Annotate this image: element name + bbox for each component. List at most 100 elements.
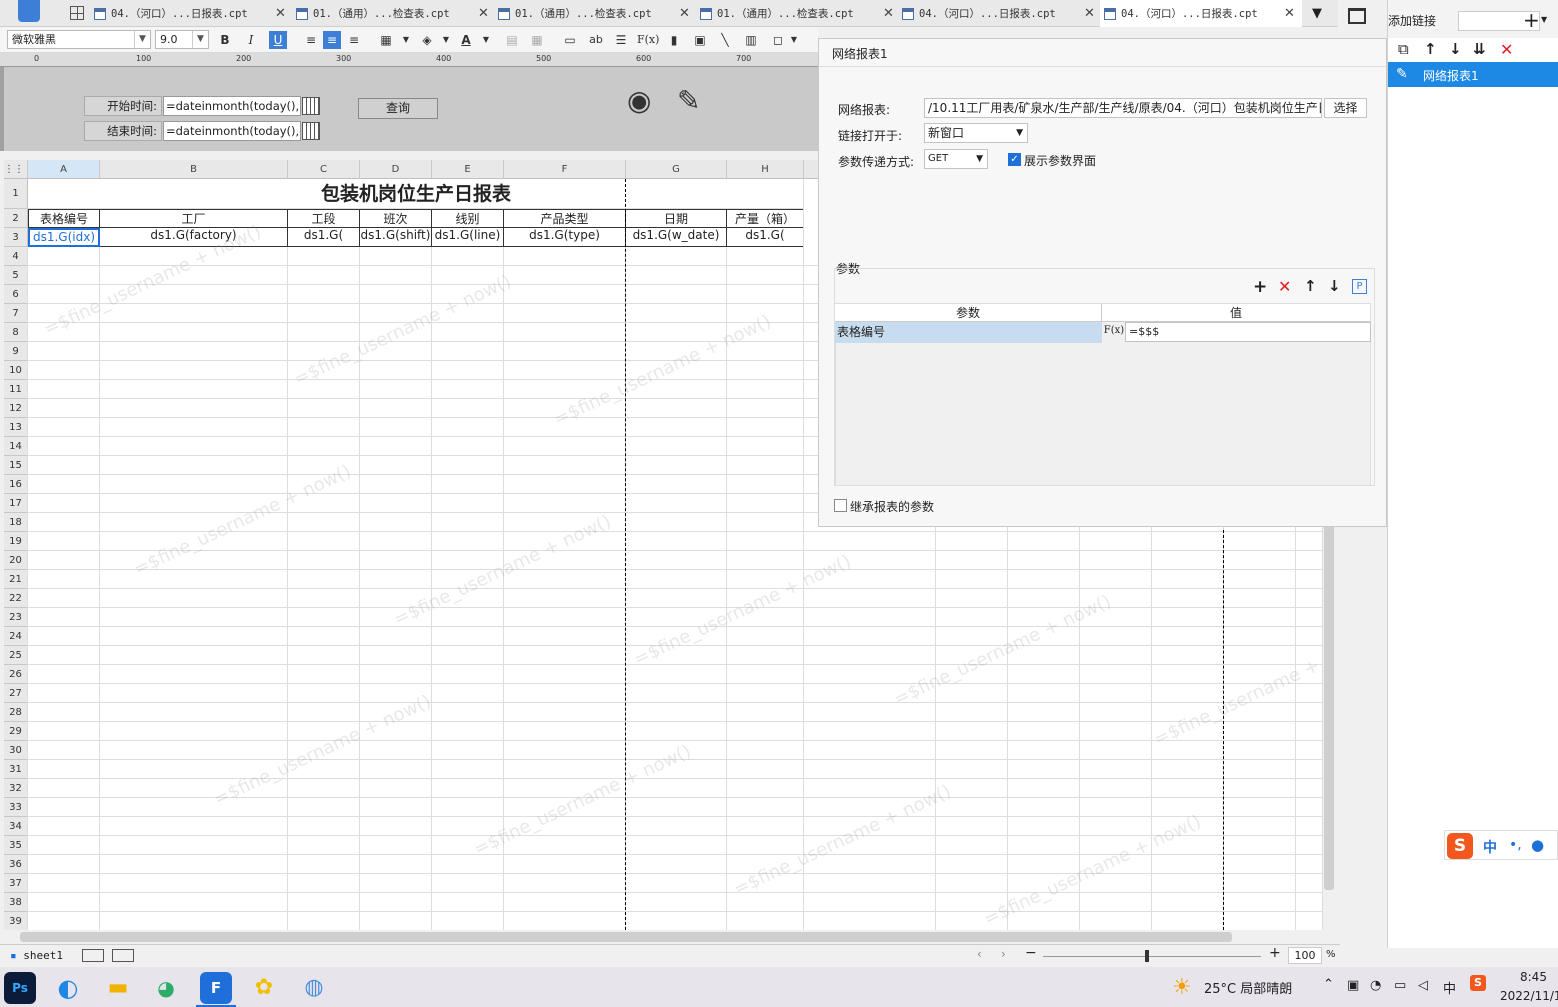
header-cell[interactable]: 产品类型 <box>504 209 626 228</box>
row-header[interactable]: 31 <box>4 760 28 779</box>
add-poly-sheet-icon[interactable] <box>112 949 134 962</box>
text-button[interactable]: ab <box>587 31 605 49</box>
column-header-f[interactable]: F <box>504 160 626 179</box>
column-header-b[interactable]: B <box>100 160 288 179</box>
chevron-down-icon[interactable]: ▼ <box>785 31 803 49</box>
formula-button[interactable]: F(x) <box>637 31 659 49</box>
underline-button[interactable]: U <box>269 31 287 49</box>
report-path-input[interactable]: /10.11工厂用表/矿泉水/生产部/生产线/原表/04.（河口）包装机岗位生产… <box>924 98 1322 118</box>
row-header[interactable]: 35 <box>4 836 28 855</box>
align-left-icon[interactable]: ≡ <box>302 31 320 49</box>
row-header[interactable]: 20 <box>4 551 28 570</box>
calendar-icon[interactable] <box>302 122 320 140</box>
row-header[interactable]: 16 <box>4 475 28 494</box>
font-size-select[interactable]: 9.0 ▼ <box>155 30 209 49</box>
query-button[interactable]: 查询 <box>358 98 438 119</box>
row-header[interactable]: 24 <box>4 627 28 646</box>
weather-icon[interactable]: ☀ <box>1172 975 1192 1000</box>
row-header[interactable]: 23 <box>4 608 28 627</box>
row-header[interactable]: 9 <box>4 342 28 361</box>
header-cell[interactable]: 表格编号 <box>28 209 100 228</box>
data-cell[interactable]: ds1.G(shift) <box>360 228 432 247</box>
chart-icon[interactable]: ▮ <box>665 31 683 49</box>
row-header[interactable]: 38 <box>4 893 28 912</box>
row-header[interactable]: 2 <box>4 209 28 228</box>
close-icon[interactable]: ✕ <box>478 6 489 21</box>
fill-color-icon[interactable]: ◈ <box>418 31 436 49</box>
network-icon[interactable]: ▭ <box>1394 978 1406 993</box>
row-header[interactable]: 19 <box>4 532 28 551</box>
row-header[interactable]: 1 <box>4 179 28 209</box>
start-time-input[interactable]: =dateinmonth(today(),1) <box>163 96 301 116</box>
row-header[interactable]: 28 <box>4 703 28 722</box>
report-title[interactable]: 包装机岗位生产日报表 <box>28 179 804 209</box>
row-header[interactable]: 21 <box>4 570 28 589</box>
rich-text-icon[interactable]: ☰ <box>612 31 630 49</box>
copy-icon[interactable]: ⧉ <box>1398 40 1409 58</box>
param-name-cell[interactable]: 表格编号 <box>835 322 1102 343</box>
sheet-tab[interactable]: ▪ sheet1 <box>10 949 63 962</box>
photoshop-icon[interactable]: Ps <box>4 972 36 1004</box>
column-header-h[interactable]: H <box>727 160 804 179</box>
sort-icon[interactable]: ⇊ <box>1473 40 1486 58</box>
file-explorer-icon[interactable]: ▬ <box>102 972 134 1004</box>
qq-icon[interactable]: ◔ <box>1370 978 1381 993</box>
row-header[interactable]: 26 <box>4 665 28 684</box>
document-tab[interactable]: 01.（通用）...检查表.cpt ✕ <box>696 0 896 27</box>
scroll-right-icon[interactable]: › <box>1001 947 1006 961</box>
zoom-out-icon[interactable]: − <box>1025 945 1037 961</box>
align-center-icon[interactable]: ≡ <box>323 31 341 49</box>
layout-toggle-icon[interactable] <box>1348 8 1366 24</box>
chevron-down-icon[interactable]: ▼ <box>1541 15 1547 24</box>
row-header[interactable]: 33 <box>4 798 28 817</box>
insert-row-icon[interactable]: ▭ <box>561 31 579 49</box>
ime-toolbar[interactable]: S 中 •, ● <box>1444 830 1558 860</box>
row-header[interactable]: 11 <box>4 380 28 399</box>
italic-button[interactable]: I <box>242 31 260 49</box>
data-cell[interactable]: ds1.G( <box>288 228 360 247</box>
data-cell[interactable]: ds1.G( <box>727 228 804 247</box>
data-cell[interactable]: ds1.G(factory) <box>100 228 288 247</box>
font-color-icon[interactable]: A <box>457 31 475 49</box>
merge-cells-icon[interactable]: ▤ <box>503 31 521 49</box>
row-header[interactable]: 12 <box>4 399 28 418</box>
row-header[interactable]: 5 <box>4 266 28 285</box>
calendar-icon[interactable] <box>302 97 320 115</box>
tray-expand-icon[interactable]: ⌃ <box>1323 977 1334 992</box>
chevron-down-icon[interactable]: ▼ <box>477 31 495 49</box>
move-down-icon[interactable]: ↓ <box>1328 277 1341 295</box>
document-tab[interactable]: 01.（通用）...检查表.cpt ✕ <box>292 0 492 27</box>
data-cell-selected[interactable]: ds1.G(idx) <box>28 228 100 247</box>
data-cell[interactable]: ds1.G(line) <box>432 228 504 247</box>
close-icon[interactable]: ✕ <box>1284 6 1295 21</box>
row-header[interactable]: 22 <box>4 589 28 608</box>
row-header[interactable]: 8 <box>4 323 28 342</box>
globe-app-icon[interactable]: ◍ <box>298 972 330 1004</box>
row-header[interactable]: 39 <box>4 912 28 930</box>
row-header[interactable]: 15 <box>4 456 28 475</box>
edit-pencil-icon[interactable]: ✎ <box>677 84 700 117</box>
finereport-designer-icon[interactable]: F <box>200 972 232 1004</box>
open-in-select[interactable]: 新窗口 ▼ <box>924 123 1028 143</box>
header-cell[interactable]: 工段 <box>288 209 360 228</box>
wechat-icon[interactable]: ◕ <box>150 972 182 1004</box>
edge-browser-icon[interactable]: ◐ <box>52 972 84 1004</box>
row-header[interactable]: 27 <box>4 684 28 703</box>
row-header[interactable]: 3 <box>4 228 28 247</box>
column-header-g[interactable]: G <box>626 160 727 179</box>
row-header[interactable]: 32 <box>4 779 28 798</box>
row-header[interactable]: 6 <box>4 285 28 304</box>
param-import-icon[interactable]: P <box>1352 279 1367 294</box>
corner-select[interactable]: ⋮⋮⋮ <box>4 160 34 179</box>
scroll-left-icon[interactable]: ‹ <box>977 947 982 961</box>
row-header[interactable]: 34 <box>4 817 28 836</box>
sogou-tray-icon[interactable]: S <box>1470 975 1486 991</box>
column-header-c[interactable]: C <box>288 160 360 179</box>
close-icon[interactable]: ✕ <box>275 6 286 21</box>
volume-icon[interactable]: ◁ <box>1418 978 1428 993</box>
zoom-input[interactable]: 100 <box>1288 947 1322 964</box>
clock-date[interactable]: 2022/11/1 <box>1500 989 1558 1003</box>
add-param-icon[interactable]: + <box>1253 277 1267 297</box>
delete-icon[interactable]: ✕ <box>1500 40 1513 59</box>
close-icon[interactable]: ✕ <box>679 6 690 21</box>
